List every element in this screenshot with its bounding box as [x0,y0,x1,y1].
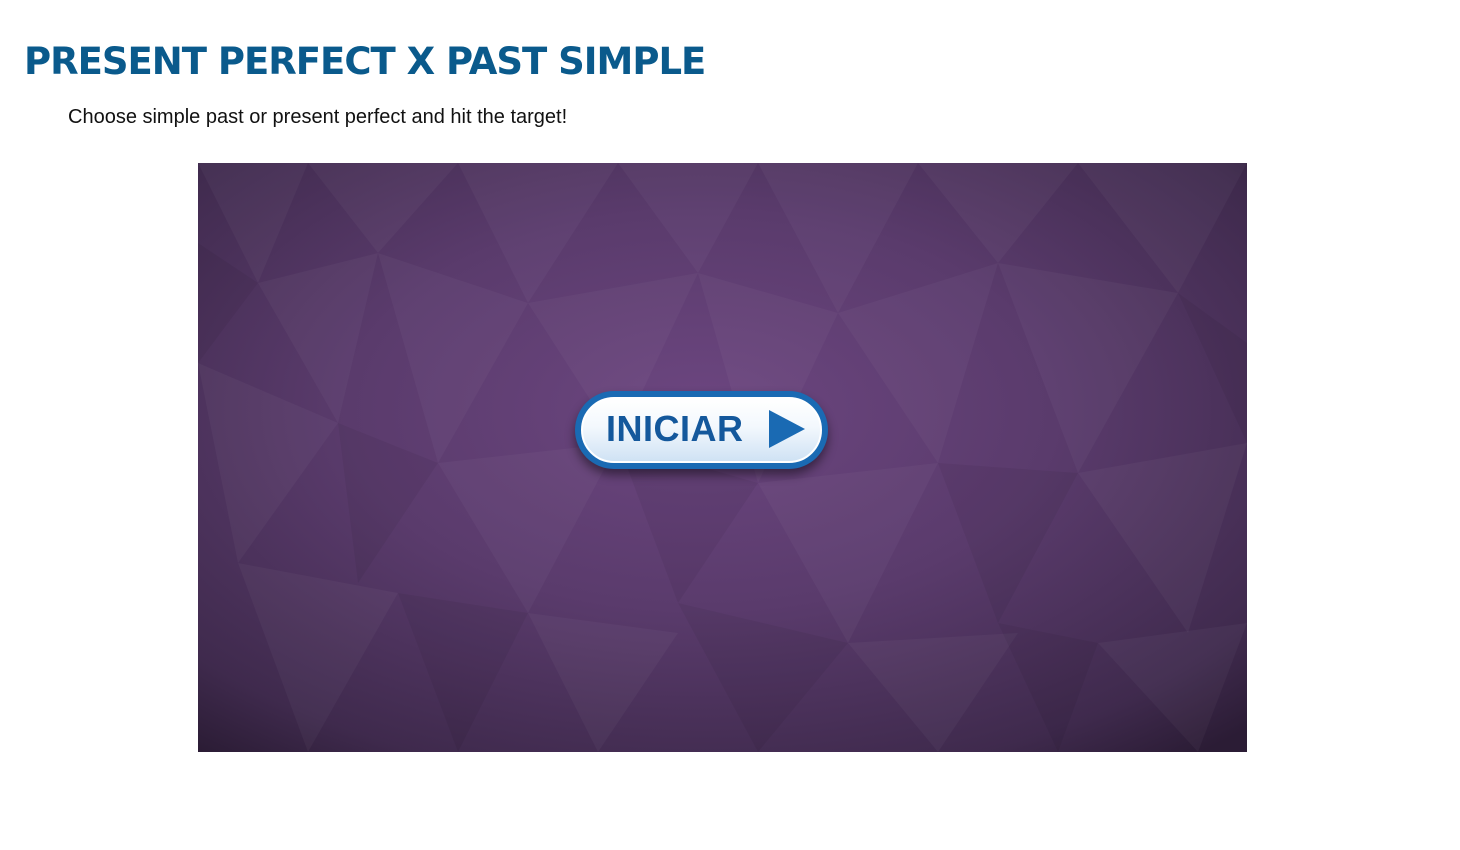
start-button[interactable]: INICIAR [575,391,828,469]
start-button-label: INICIAR [606,408,744,449]
game-stage[interactable]: INICIAR [198,163,1247,752]
page-title: PRESENT PERFECT X PAST SIMPLE [24,40,706,83]
instructions-text: Choose simple past or present perfect an… [68,106,568,128]
play-arrow-icon [769,410,805,448]
page: PRESENT PERFECT X PAST SIMPLE Choose sim… [0,0,1460,850]
